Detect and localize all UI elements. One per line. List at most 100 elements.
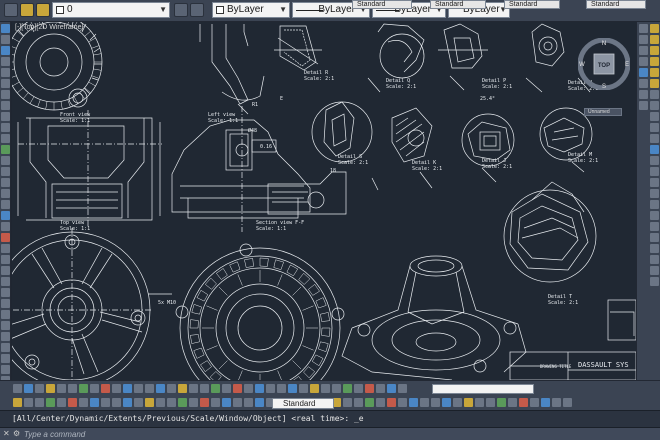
se-iso-icon[interactable] [650,101,659,110]
back-view-icon[interactable] [650,79,659,88]
bottom-tool-icon[interactable] [13,398,22,407]
bottom-tool-icon[interactable] [101,384,110,393]
bottom-tool-icon[interactable] [277,384,286,393]
bottom-tool-icon[interactable] [464,398,473,407]
ucs-x-icon[interactable] [650,244,659,253]
dim-style-dropdown[interactable]: Standard [430,0,486,9]
pan-icon[interactable] [639,24,648,33]
arc-icon[interactable] [1,79,10,88]
bottom-tool-icon[interactable] [57,384,66,393]
extend-icon[interactable] [1,343,10,352]
make-current-icon[interactable] [174,3,188,17]
bottom-tool-icon[interactable] [200,398,209,407]
bottom-tool-icon[interactable] [266,384,275,393]
bottom-tool-icon[interactable] [244,384,253,393]
bottom-tool-icon[interactable] [508,398,517,407]
ucs-apply-icon[interactable] [650,277,659,286]
bottom-tool-icon[interactable] [398,398,407,407]
bottom-tool-icon[interactable] [431,398,440,407]
bottom-tool-icon[interactable] [475,398,484,407]
bottom-tool-icon[interactable] [178,384,187,393]
bottom-tool-icon[interactable] [35,384,44,393]
bottom-tool-icon[interactable] [486,398,495,407]
offset-icon[interactable] [1,266,10,275]
bottom-tool-icon[interactable] [299,384,308,393]
array-icon[interactable] [1,277,10,286]
bottom-tool-icon[interactable] [343,384,352,393]
bottom-tool-icon[interactable] [145,384,154,393]
spline-icon[interactable] [1,112,10,121]
camera-icon[interactable] [650,134,659,143]
ucs-object-icon[interactable] [650,189,659,198]
construction-line-icon[interactable] [1,35,10,44]
rectangle-icon[interactable] [1,68,10,77]
bottom-tool-icon[interactable] [68,384,77,393]
bottom-tool-icon[interactable] [123,398,132,407]
nw-iso-icon[interactable] [650,123,659,132]
ucs-zaxis-icon[interactable] [650,222,659,231]
polyline-icon[interactable] [1,46,10,55]
bottom-tool-icon[interactable] [233,384,242,393]
bottom-tool-icon[interactable] [288,384,297,393]
bottom-tool-icon[interactable] [541,398,550,407]
ucs-icon[interactable] [650,145,659,154]
ucs-origin-icon[interactable] [650,211,659,220]
bottom-tool-icon[interactable] [530,398,539,407]
style-dropdown[interactable]: Standard [272,398,334,409]
layer-dropdown[interactable]: 0 ▼ [52,2,170,18]
revision-cloud-icon[interactable] [1,101,10,110]
layer-properties-icon[interactable] [4,3,18,17]
copy-icon[interactable] [1,244,10,253]
bottom-tool-icon[interactable] [46,384,55,393]
bottom-tool-icon[interactable] [57,398,66,407]
compass-west[interactable]: W [579,62,585,68]
bottom-tool-icon[interactable] [497,398,506,407]
bottom-tool-icon[interactable] [552,398,561,407]
ucs-z-icon[interactable] [650,266,659,275]
bottom-tool-icon[interactable] [134,398,143,407]
bottom-tool-icon[interactable] [321,384,330,393]
bottom-tool-icon[interactable] [255,384,264,393]
bottom-tool-icon[interactable] [24,398,33,407]
bottom-tool-icon[interactable] [90,384,99,393]
color-dropdown[interactable]: ByLayer ▼ [212,2,290,18]
close-icon[interactable]: ✕ [3,429,10,438]
bottom-tool-icon[interactable] [112,384,121,393]
bottom-tool-icon[interactable] [343,398,352,407]
bottom-tool-icon[interactable] [101,398,110,407]
ellipse-icon[interactable] [1,123,10,132]
mirror-icon[interactable] [1,255,10,264]
table-icon[interactable] [1,211,10,220]
rotate-icon[interactable] [1,299,10,308]
bottom-tool-icon[interactable] [167,384,176,393]
ucs-y-icon[interactable] [650,255,659,264]
bottom-tool-icon[interactable] [519,398,528,407]
bottom-tool-icon[interactable] [420,398,429,407]
make-block-icon[interactable] [1,156,10,165]
polygon-icon[interactable] [1,57,10,66]
bottom-tool-icon[interactable] [167,398,176,407]
ne-iso-icon[interactable] [650,112,659,121]
bottom-tool-icon[interactable] [332,384,341,393]
layer-previous-icon[interactable] [190,3,204,17]
compass-north[interactable]: N [602,41,606,47]
drawing-canvas[interactable]: Detail R Scale: 2:1 Detail Q Scale: 2:1 … [12,22,636,380]
showmotion-icon[interactable] [639,90,648,99]
bottom-tool-icon[interactable] [24,384,33,393]
mleader-style-dropdown[interactable]: Standard [586,0,646,9]
zoom-window-icon[interactable] [639,46,648,55]
bottom-tool-icon[interactable] [68,398,77,407]
region-icon[interactable] [1,200,10,209]
bottom-tool-icon[interactable] [222,384,231,393]
move-icon[interactable] [1,288,10,297]
left-view-icon[interactable] [650,46,659,55]
bottom-tool-icon[interactable] [222,398,231,407]
bottom-tool-icon[interactable] [365,398,374,407]
wcs-menu[interactable]: Unnamed [584,108,622,116]
insert-block-icon[interactable] [1,145,10,154]
front-view-icon[interactable] [650,68,659,77]
trim-icon[interactable] [1,332,10,341]
table-style-dropdown[interactable]: Standard [504,0,560,9]
right-view-icon[interactable] [650,57,659,66]
bottom-tool-icon[interactable] [233,398,242,407]
